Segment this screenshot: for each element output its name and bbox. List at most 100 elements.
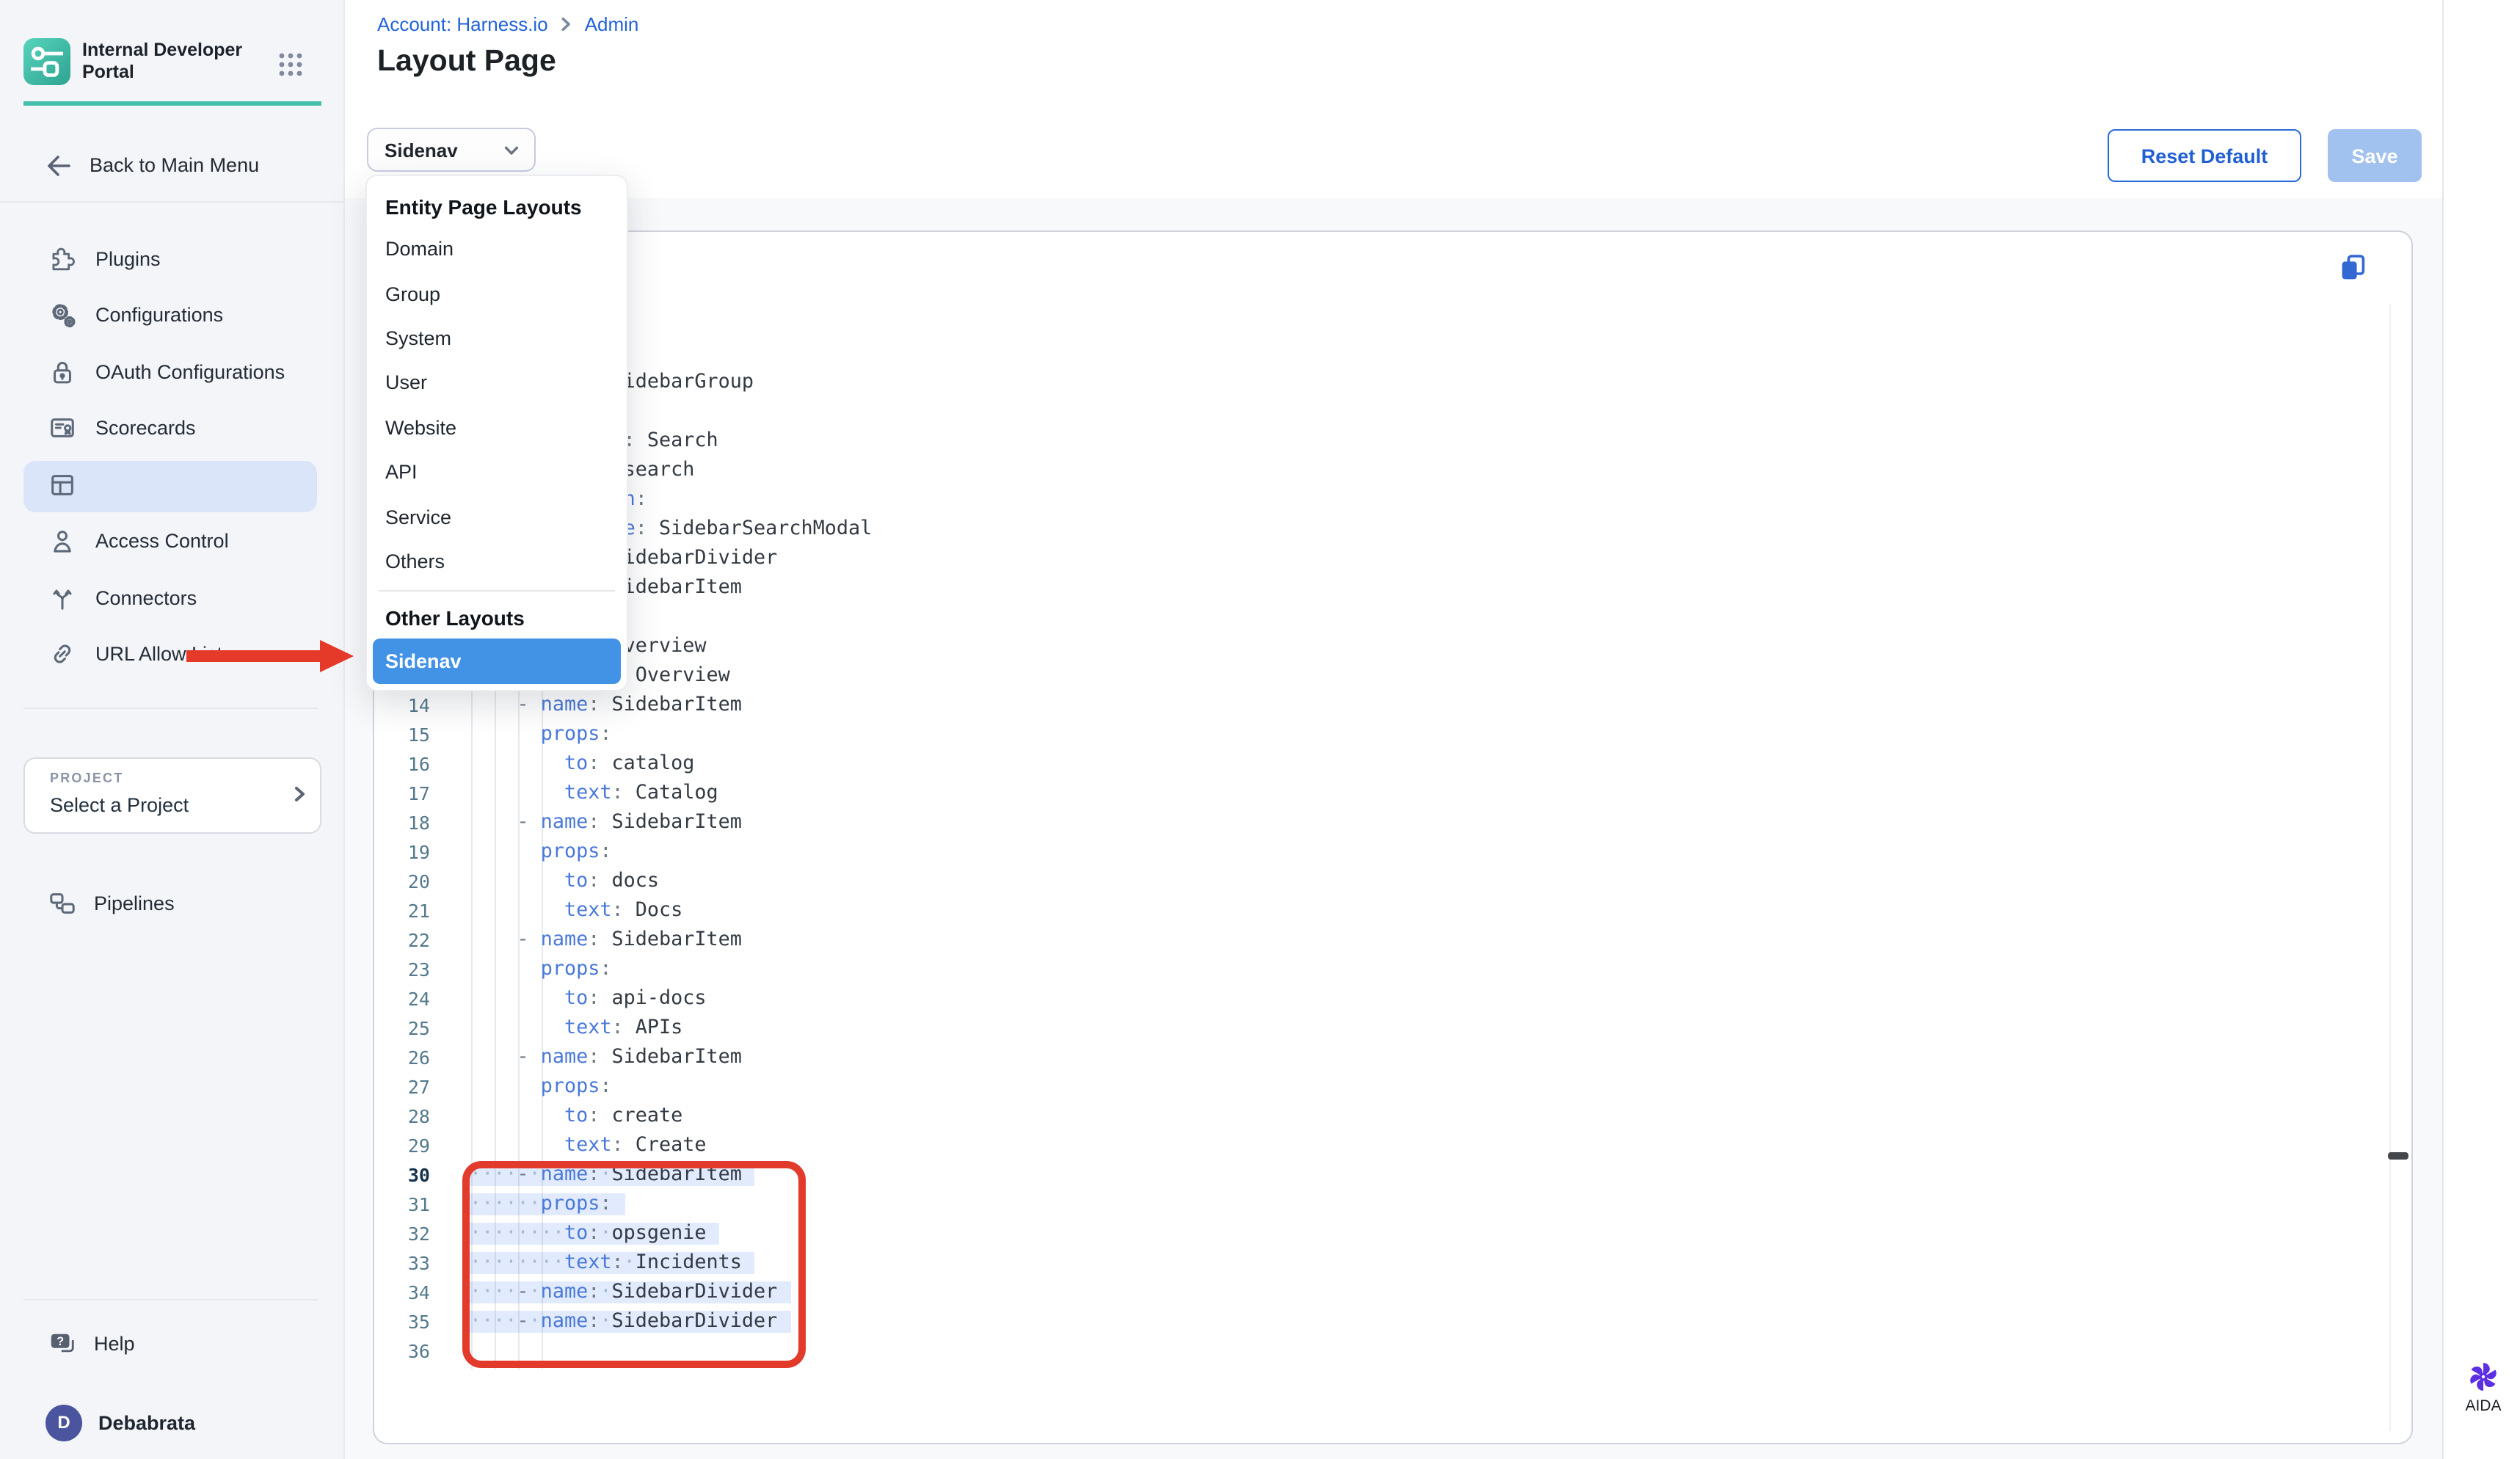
menu-item-user[interactable]: User <box>366 360 626 405</box>
code-line[interactable]: 19 props: <box>0 837 2495 867</box>
line-number: 30 <box>373 1160 430 1190</box>
code-line[interactable]: 35····-·name:·SidebarDivider <box>0 1307 2495 1336</box>
menu-item-website[interactable]: Website <box>366 405 626 450</box>
project-value: Select a Project <box>50 794 189 816</box>
line-content: - name: SidebarItem <box>470 1043 742 1072</box>
menu-item-api[interactable]: API <box>366 450 626 495</box>
sidebar-item-label: Connectors <box>95 587 197 609</box>
menu-item-system[interactable]: System <box>366 316 626 361</box>
line-content: text: APIs <box>470 1014 682 1043</box>
code-line[interactable]: 14 - name: SidebarItem <box>0 691 2495 720</box>
line-content: text: Docs <box>470 896 682 925</box>
page: Internal Developer Portal Back to Main M… <box>0 0 2520 1459</box>
line-content: - name: SidebarItem <box>470 925 742 955</box>
sidebar-item-label: Scorecards <box>95 418 196 440</box>
sidebar-item-oauth[interactable]: OAuth Configurations <box>0 343 343 400</box>
line-number: 27 <box>373 1072 430 1102</box>
chevron-right-icon <box>558 16 575 32</box>
help-button[interactable]: ? Help <box>48 1328 135 1358</box>
aida-label: AIDA <box>2457 1397 2510 1415</box>
code-line[interactable]: 24 to: api-docs <box>0 984 2495 1014</box>
line-content: text: Create <box>470 1131 707 1160</box>
back-to-main-menu-button[interactable]: Back to Main Menu <box>44 148 259 181</box>
code-line[interactable]: 15 props: <box>0 720 2495 749</box>
breadcrumb-account-link[interactable]: Account: Harness.io <box>377 13 548 35</box>
line-content: to: create <box>470 1102 682 1131</box>
aida-flower-icon <box>2466 1359 2501 1394</box>
fork-icon <box>48 584 76 612</box>
menu-item-others[interactable]: Others <box>366 539 626 583</box>
chevron-down-icon <box>502 140 521 159</box>
line-content: props: <box>470 720 612 749</box>
line-number: 28 <box>373 1102 430 1131</box>
code-line[interactable]: 21 text: Docs <box>0 896 2495 925</box>
code-line[interactable]: 26 - name: SidebarItem <box>0 1043 2495 1072</box>
sidebar-item-scorecards[interactable]: Scorecards <box>0 400 343 456</box>
sidebar-item-configurations[interactable]: Configurations <box>0 287 343 343</box>
copy-icon[interactable] <box>2338 252 2367 282</box>
app-grid-icon[interactable] <box>277 51 304 78</box>
aida-button[interactable]: AIDA <box>2457 1359 2510 1415</box>
code-line[interactable]: 25 text: APIs <box>0 1014 2495 1043</box>
right-rail: AIDA <box>2442 0 2520 1459</box>
scrollbar-thumb[interactable] <box>2388 1152 2408 1159</box>
line-number: 29 <box>373 1131 430 1160</box>
sidebar-item-layout[interactable]: Layout <box>0 456 343 513</box>
line-content: props: <box>470 955 612 984</box>
line-number: 19 <box>373 837 430 867</box>
menu-item-sidenav[interactable]: Sidenav <box>372 638 621 684</box>
back-arrow-icon <box>44 150 72 178</box>
line-content: - name: SidebarItem <box>470 691 742 720</box>
user-menu[interactable]: D Debabrata <box>45 1403 195 1441</box>
line-number: 18 <box>373 808 430 837</box>
sidebar-item-pipelines[interactable]: Pipelines <box>48 888 175 917</box>
project-label: PROJECT <box>50 771 123 785</box>
puzzle-icon <box>48 245 76 273</box>
divider <box>23 707 318 709</box>
pipelines-label: Pipelines <box>94 892 175 914</box>
code-line[interactable]: 29 text: Create <box>0 1131 2495 1160</box>
app-title: Internal Developer Portal <box>82 40 261 84</box>
code-line[interactable]: 22 - name: SidebarItem <box>0 925 2495 955</box>
line-number: 16 <box>373 749 430 779</box>
person-icon <box>48 528 76 556</box>
sidebar-item-plugins[interactable]: Plugins <box>0 230 343 287</box>
layout-icon <box>48 471 76 499</box>
line-number: 14 <box>373 691 430 720</box>
code-line[interactable]: 34····-·name:·SidebarDivider <box>0 1278 2495 1307</box>
line-number: 24 <box>373 984 430 1014</box>
code-line[interactable]: 18 - name: SidebarItem <box>0 808 2495 837</box>
code-line[interactable]: 20 to: docs <box>0 867 2495 896</box>
code-line[interactable]: 36 <box>0 1336 2495 1366</box>
code-line[interactable]: 16 to: catalog <box>0 749 2495 779</box>
layout-type-select[interactable]: Sidenav <box>367 128 536 172</box>
save-button[interactable]: Save <box>2328 129 2422 182</box>
code-line[interactable]: 30····-·name:·SidebarItem <box>0 1160 2495 1190</box>
menu-item-domain[interactable]: Domain <box>366 227 626 272</box>
line-number: 25 <box>373 1014 430 1043</box>
code-line[interactable]: 17 text: Catalog <box>0 779 2495 808</box>
code-line[interactable]: 27 props: <box>0 1072 2495 1102</box>
project-selector[interactable]: PROJECT Select a Project <box>23 757 321 834</box>
code-line[interactable]: 31······props: <box>0 1190 2495 1219</box>
line-number: 23 <box>373 955 430 984</box>
sidebar-item-connectors[interactable]: Connectors <box>0 570 343 626</box>
breadcrumb-admin-link[interactable]: Admin <box>585 13 639 35</box>
sidebar-item-label: Plugins <box>95 248 161 270</box>
sidebar-item-access-control[interactable]: Access Control <box>0 513 343 570</box>
reset-default-button[interactable]: Reset Default <box>2108 129 2301 182</box>
divider <box>0 201 343 203</box>
line-number: 35 <box>373 1307 430 1336</box>
user-name: Debabrata <box>98 1411 195 1433</box>
line-content: text: Catalog <box>470 779 718 808</box>
line-content: - name: SidebarItem <box>470 808 742 837</box>
code-line[interactable]: 33········text:·Incidents <box>0 1248 2495 1278</box>
code-line[interactable]: 32········to:·opsgenie <box>0 1219 2495 1248</box>
code-line[interactable]: 23 props: <box>0 955 2495 984</box>
menu-section-header: Entity Page Layouts <box>366 187 626 227</box>
menu-item-group[interactable]: Group <box>366 272 626 316</box>
menu-item-service[interactable]: Service <box>366 495 626 539</box>
code-line[interactable]: 28 to: create <box>0 1102 2495 1131</box>
layout-type-select-value: Sidenav <box>385 139 458 161</box>
line-number: 21 <box>373 896 430 925</box>
